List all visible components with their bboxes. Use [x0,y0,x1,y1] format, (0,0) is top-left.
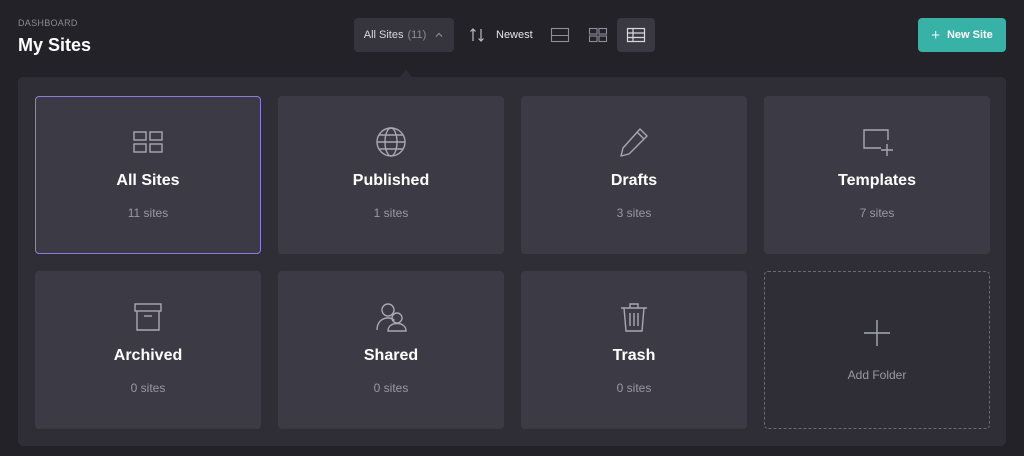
grid-view-button[interactable] [579,18,617,52]
folder-count: 0 sites [616,381,652,395]
pencil-icon [618,126,650,158]
folder-count: 11 sites [127,206,169,220]
template-icon [861,126,893,158]
grid-icon [132,126,164,158]
folder-name: Published [352,172,430,189]
chevron-up-icon [435,32,443,37]
grid-view-icon [588,27,607,43]
folder-card-archived[interactable]: Archived 0 sites [35,271,261,429]
popover-arrow [400,70,412,77]
users-icon [375,301,407,333]
folder-name: Trash [612,347,656,364]
header: DASHBOARD My Sites All Sites (11) Newest [0,0,1024,70]
add-folder-label: Add Folder [847,368,907,382]
folder-card-shared[interactable]: Shared 0 sites [278,271,504,429]
folder-count: 1 sites [373,206,409,220]
folder-name: Archived [113,347,183,364]
folder-card-templates[interactable]: Templates 7 sites [764,96,990,254]
filter-label: All Sites [363,29,404,41]
folder-count: 0 sites [130,381,166,395]
new-site-button[interactable]: + New Site [918,18,1006,52]
folder-count: 0 sites [373,381,409,395]
card-view-button[interactable] [616,18,655,52]
page-title: My Sites [18,35,92,55]
globe-icon [375,126,407,158]
folder-name: Drafts [610,172,658,189]
trash-icon [618,301,650,333]
archive-box-icon [132,301,164,333]
toolbar: All Sites (11) Newest [354,18,655,52]
folders-panel: All Sites 11 sites Published 1 sites Dra… [18,77,1006,446]
folder-count: 3 sites [616,206,652,220]
folder-name: Shared [363,347,419,364]
list-view-button[interactable] [541,18,579,52]
filter-count: (11) [407,29,427,41]
list-view-icon [550,27,569,43]
folder-card-drafts[interactable]: Drafts 3 sites [521,96,747,254]
sort-icon [470,28,484,42]
folder-card-trash[interactable]: Trash 0 sites [521,271,747,429]
folder-name: Templates [838,172,916,189]
sort-button[interactable]: Newest [468,18,533,52]
new-site-label: New Site [946,29,993,41]
folder-name: All Sites [116,172,180,189]
sort-label: Newest [496,29,533,41]
folder-count: 7 sites [859,206,895,220]
filter-dropdown-button[interactable]: All Sites (11) [354,18,454,52]
breadcrumb: DASHBOARD [18,18,78,28]
card-view-icon [626,27,645,43]
folder-card-all-sites[interactable]: All Sites 11 sites [35,96,261,254]
plus-icon: + [931,26,940,44]
plus-icon [862,318,892,348]
add-folder-button[interactable]: Add Folder [764,271,990,429]
folder-card-published[interactable]: Published 1 sites [278,96,504,254]
